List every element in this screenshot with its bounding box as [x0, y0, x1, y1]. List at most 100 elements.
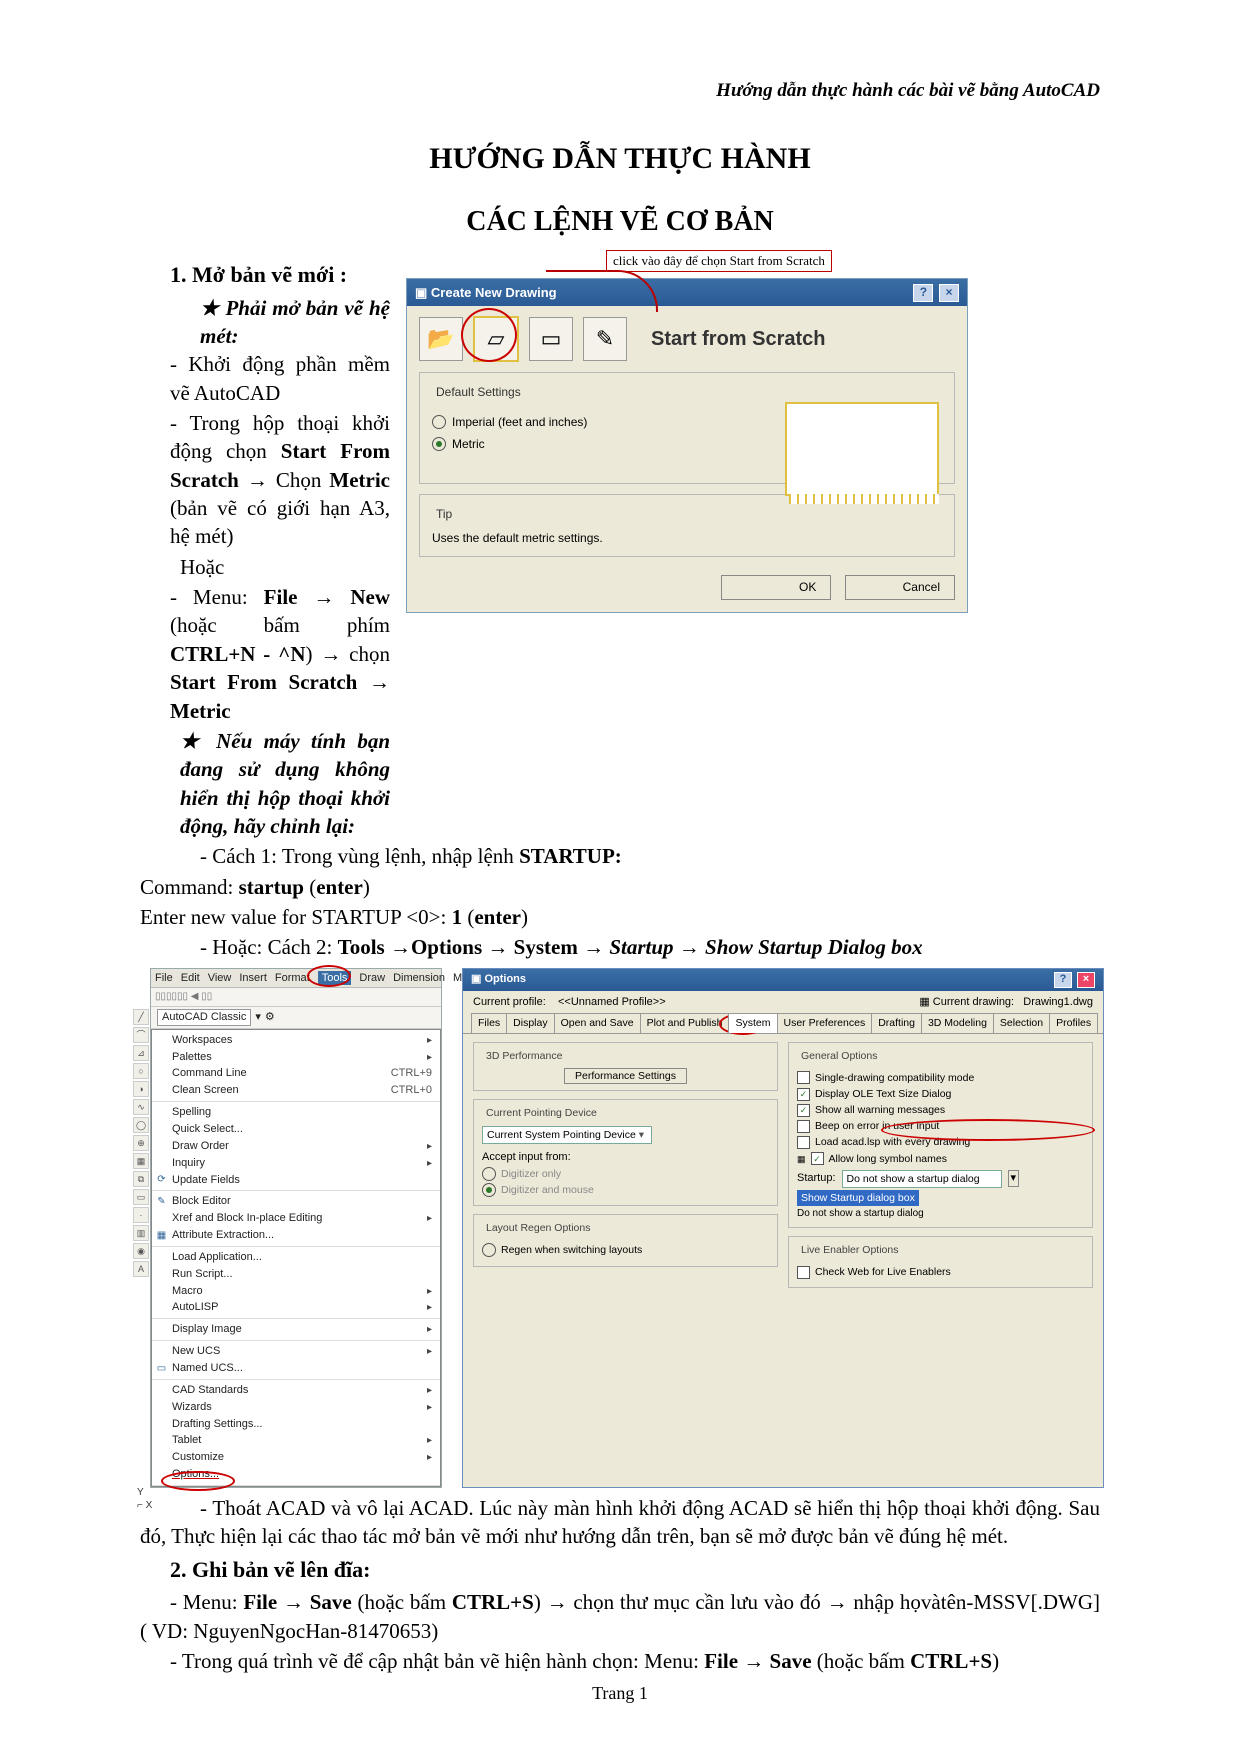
tool-icon[interactable]: ▥	[133, 1225, 149, 1241]
menu-draw[interactable]: Draw	[359, 971, 385, 986]
tool-icon[interactable]: ∿	[133, 1099, 149, 1115]
menu-item[interactable]: ✎Block Editor	[152, 1193, 440, 1210]
dropdown-icon[interactable]: ▾	[1008, 1170, 1020, 1187]
menu-item-right	[427, 1322, 432, 1337]
tool-icon[interactable]: ▭	[133, 1189, 149, 1205]
startup-option-highlighted[interactable]: Show Startup dialog box	[797, 1190, 919, 1206]
menu-item[interactable]: ▦Attribute Extraction...	[152, 1227, 440, 1244]
menu-item-right	[427, 1033, 432, 1048]
tool-icon[interactable]: ⧉	[133, 1171, 149, 1187]
menu-item[interactable]: Quick Select...	[152, 1121, 440, 1138]
checkbox-icon	[811, 1152, 824, 1165]
tool-icon[interactable]: ▦	[133, 1153, 149, 1169]
close-button[interactable]: ×	[1077, 972, 1095, 988]
tab-3d[interactable]: 3D Modeling	[921, 1013, 994, 1032]
tool-icon[interactable]: ⊿	[133, 1045, 149, 1061]
menu-file[interactable]: File	[155, 971, 173, 986]
menu-item[interactable]: Run Script...	[152, 1266, 440, 1283]
tool-icon[interactable]: ◯	[133, 1117, 149, 1133]
help-button[interactable]: ?	[1054, 972, 1072, 988]
chk-ole-text[interactable]: Display OLE Text Size Dialog	[797, 1087, 1084, 1101]
tool-icon[interactable]: ◑	[133, 1081, 149, 1097]
menu-item[interactable]: ⟳Update Fields	[152, 1172, 440, 1189]
tab-drafting[interactable]: Drafting	[871, 1013, 922, 1032]
tool-icon[interactable]: ·	[133, 1207, 149, 1223]
close-button[interactable]: ×	[939, 284, 959, 302]
tab-display[interactable]: Display	[506, 1013, 554, 1032]
tool-icon[interactable]: ⊕	[133, 1135, 149, 1151]
menu-item[interactable]: Xref and Block In-place Editing	[152, 1210, 440, 1227]
tab-open-save[interactable]: Open and Save	[554, 1013, 641, 1032]
chk-live-enablers[interactable]: Check Web for Live Enablers	[797, 1265, 1084, 1279]
menu-insert[interactable]: Insert	[239, 971, 267, 986]
help-button[interactable]: ?	[913, 284, 933, 302]
chk-single-drawing[interactable]: Single-drawing compatibility mode	[797, 1071, 1084, 1085]
menu-format[interactable]: Format	[275, 971, 310, 986]
open-template-icon[interactable]: 📂	[419, 317, 463, 361]
menu-item[interactable]: ▭Named UCS...	[152, 1360, 440, 1377]
chk-show-warnings[interactable]: Show all warning messages	[797, 1103, 1084, 1117]
radio-regen-switch[interactable]: Regen when switching layouts	[482, 1243, 769, 1257]
tab-selection[interactable]: Selection	[993, 1013, 1050, 1032]
workspace-dropdown-icon[interactable]: ▾	[255, 1010, 261, 1025]
p2a: - Menu: File → Save (hoặc bấm CTRL+S) → …	[140, 1588, 1100, 1645]
tool-icon[interactable]: ○	[133, 1063, 149, 1079]
tab-plot-publish[interactable]: Plot and Publish	[640, 1013, 730, 1032]
tab-files[interactable]: Files	[471, 1013, 507, 1032]
p2b-post: )	[992, 1649, 999, 1673]
menu-item-label: Customize	[172, 1450, 224, 1465]
group-3d-title: 3D Performance	[482, 1049, 566, 1063]
use-wizard-icon[interactable]: ✎	[583, 317, 627, 361]
menu-item[interactable]: Workspaces	[152, 1032, 440, 1049]
chk-long-symbol[interactable]: ▦Allow long symbol names	[797, 1152, 1084, 1166]
menu-item-label: Named UCS...	[172, 1361, 243, 1376]
cmd1-b: startup	[239, 875, 304, 899]
startup-select[interactable]: Do not show a startup dialog	[842, 1170, 1002, 1188]
tool-icon[interactable]: ◉	[133, 1243, 149, 1259]
tab-profiles[interactable]: Profiles	[1049, 1013, 1098, 1032]
performance-settings-button[interactable]: Performance Settings	[564, 1068, 687, 1084]
workspace-selector[interactable]: AutoCAD Classic	[157, 1009, 251, 1026]
menu-item[interactable]: New UCS	[152, 1343, 440, 1360]
startup-option-2[interactable]: Do not show a startup dialog	[797, 1208, 924, 1219]
menu-item[interactable]: Palettes	[152, 1049, 440, 1066]
tool-icon[interactable]: ⌒	[133, 1027, 149, 1043]
tool-icon[interactable]: ╱	[133, 1009, 149, 1025]
menu-item[interactable]: Command LineCTRL+9	[152, 1065, 440, 1082]
use-template-icon[interactable]: ▭	[529, 317, 573, 361]
menu-item[interactable]: Draw Order	[152, 1138, 440, 1155]
menu-edit[interactable]: Edit	[181, 971, 200, 986]
menu-item[interactable]: CAD Standards	[152, 1382, 440, 1399]
group-lro-title: Layout Regen Options	[482, 1221, 595, 1235]
cancel-button[interactable]: Cancel	[845, 575, 955, 599]
workspace-gear-icon[interactable]: ⚙	[265, 1010, 275, 1025]
pointing-device-select[interactable]: Current System Pointing Device	[482, 1126, 652, 1144]
menu-item-label: Palettes	[172, 1050, 212, 1065]
menu-item[interactable]: Drafting Settings...	[152, 1416, 440, 1433]
radio-digitizer-only[interactable]: Digitizer only	[482, 1167, 769, 1181]
radio-digitizer-mouse[interactable]: Digitizer and mouse	[482, 1183, 769, 1197]
p1f: - Hoặc: Cách 2: Tools →Options → System …	[140, 933, 1100, 961]
menu-item[interactable]: Macro	[152, 1283, 440, 1300]
menu-item[interactable]: AutoLISP	[152, 1299, 440, 1316]
tab-user-pref[interactable]: User Preferences	[777, 1013, 873, 1032]
radio-icon-selected	[432, 437, 446, 451]
menu-item-label: Workspaces	[172, 1033, 232, 1048]
tool-icon[interactable]: A	[133, 1261, 149, 1277]
ok-button[interactable]: OK	[721, 575, 831, 599]
menu-item-right	[427, 1344, 432, 1359]
menu-item[interactable]: Customize	[152, 1449, 440, 1466]
menu-view[interactable]: View	[208, 971, 232, 986]
menu-item[interactable]: Tablet	[152, 1432, 440, 1449]
menu-dimension[interactable]: Dimension	[393, 971, 445, 986]
menu-item[interactable]: Spelling	[152, 1104, 440, 1121]
group-layout-regen: Layout Regen Options Regen when switchin…	[473, 1214, 778, 1266]
tab-system[interactable]: System	[728, 1013, 777, 1032]
menu-item[interactable]: Display Image	[152, 1321, 440, 1338]
menu-item[interactable]: Load Application...	[152, 1249, 440, 1266]
menu-item[interactable]: Wizards	[152, 1399, 440, 1416]
menu-item[interactable]: Inquiry	[152, 1155, 440, 1172]
menu-item-label: Clean Screen	[172, 1083, 239, 1098]
menu-item[interactable]: Clean ScreenCTRL+0	[152, 1082, 440, 1099]
drawing-label: Current drawing:	[933, 996, 1014, 1008]
